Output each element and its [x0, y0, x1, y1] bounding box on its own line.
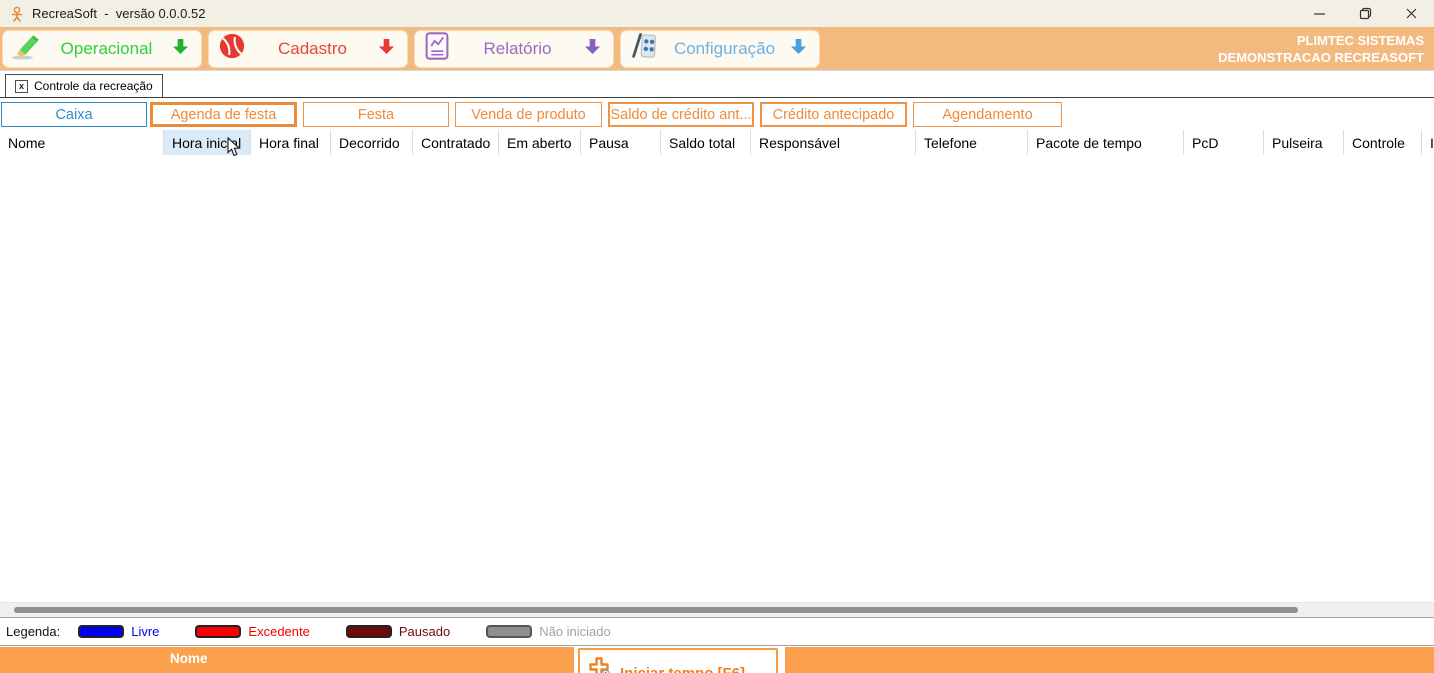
close-tab-icon[interactable]: x: [15, 80, 28, 93]
tab-credito-antecipado[interactable]: Crédito antecipado: [760, 102, 907, 127]
arrow-down-icon: [584, 37, 601, 61]
arrow-down-icon: [790, 37, 807, 61]
column-header-telefone[interactable]: Telefone: [915, 130, 1027, 155]
column-header-controle[interactable]: Controle: [1343, 130, 1421, 155]
close-button[interactable]: [1388, 0, 1434, 27]
column-header-pcd[interactable]: PcD: [1183, 130, 1263, 155]
grid-body: [0, 155, 1434, 602]
pausado-color-swatch: [346, 625, 392, 638]
ball-icon: [217, 31, 247, 66]
bottom-header-segment-left: [0, 647, 574, 673]
menu-configuracao-label: Configuração: [659, 39, 790, 59]
column-header-hora-final[interactable]: Hora final: [250, 130, 330, 155]
app-window: RecreaSoft - versão 0.0.0.52: [0, 0, 1434, 673]
column-header-decorrido[interactable]: Decorrido: [330, 130, 412, 155]
brand-block: PLIMTEC SISTEMAS DEMONSTRACAO RECREASOFT: [1218, 32, 1434, 66]
menu-relatorio[interactable]: Relatório: [414, 30, 614, 68]
column-header-pacote-de-tempo[interactable]: Pacote de tempo: [1027, 130, 1183, 155]
column-header-hora-inicial[interactable]: Hora inicial: [163, 130, 250, 155]
menu-cadastro-label: Cadastro: [247, 39, 378, 59]
highlighter-icon: [11, 31, 41, 66]
column-header-saldo-total[interactable]: Saldo total: [660, 130, 750, 155]
tab-festa[interactable]: Festa: [303, 102, 449, 127]
menu-operacional-label: Operacional: [41, 39, 172, 59]
tab-saldo-de-credito[interactable]: Saldo de crédito ant...: [608, 102, 754, 127]
bottom-column-header-nome: Nome: [170, 651, 208, 666]
bottom-header-segment-right: [785, 647, 1434, 673]
brand-line1: PLIMTEC SISTEMAS: [1218, 32, 1424, 49]
legend-bar: Legenda: Livre Excedente Pausado Não ini…: [0, 617, 1434, 646]
menu-operacional[interactable]: Operacional: [2, 30, 202, 68]
column-header-nome[interactable]: Nome: [0, 130, 163, 155]
legend-label: Livre: [131, 624, 159, 639]
main-toolbar: Operacional Cadastro: [0, 27, 1434, 71]
horizontal-scrollbar[interactable]: [0, 602, 1434, 617]
doc-tab-label: Controle da recreação: [34, 79, 153, 93]
report-chart-icon: [423, 31, 451, 66]
tab-agendamento[interactable]: Agendamento: [913, 102, 1062, 127]
titlebar: RecreaSoft - versão 0.0.0.52: [0, 0, 1434, 27]
column-header-responsavel[interactable]: Responsável: [750, 130, 915, 155]
column-header-pausa[interactable]: Pausa: [580, 130, 660, 155]
brand-line2: DEMONSTRACAO RECREASOFT: [1218, 49, 1424, 66]
scrollbar-thumb[interactable]: [14, 607, 1298, 613]
iniciar-tempo-label: Iniciar tempo [F6]: [620, 665, 745, 673]
window-title: RecreaSoft - versão 0.0.0.52: [32, 6, 205, 21]
grid-header: Nome Hora inicial Hora final Decorrido C…: [0, 130, 1434, 155]
tab-caixa[interactable]: Caixa: [1, 102, 147, 127]
window-controls: [1296, 0, 1434, 27]
restore-button[interactable]: [1342, 0, 1388, 27]
view-tab-bar: Caixa Agenda de festa Festa Venda de pro…: [0, 102, 1434, 127]
plus-clock-icon: [588, 656, 612, 673]
legend-label: Pausado: [399, 624, 450, 639]
livre-color-swatch: [78, 625, 124, 638]
menu-configuracao[interactable]: Configuração: [620, 30, 820, 68]
excedente-color-swatch: [195, 625, 241, 638]
column-header-em-aberto[interactable]: Em aberto: [498, 130, 580, 155]
document-tabstrip: x Controle da recreação: [0, 71, 1434, 98]
bottom-grid-header: Nome Iniciar tempo [F6]: [0, 646, 1434, 673]
tab-controle-da-recreacao[interactable]: x Controle da recreação: [5, 74, 163, 97]
legend-label: Não iniciado: [539, 624, 611, 639]
legend-label: Excedente: [248, 624, 309, 639]
arrow-down-icon: [172, 37, 189, 61]
legend-item-excedente: Excedente: [195, 624, 309, 639]
nao-iniciado-color-swatch: [486, 625, 532, 638]
legend-title: Legenda:: [6, 624, 60, 639]
app-logo-icon: [8, 5, 26, 23]
legend-item-pausado: Pausado: [346, 624, 450, 639]
arrow-down-icon: [378, 37, 395, 61]
legend-item-livre: Livre: [78, 624, 159, 639]
iniciar-tempo-button[interactable]: Iniciar tempo [F6]: [578, 648, 778, 673]
tab-venda-de-produto[interactable]: Venda de produto: [455, 102, 602, 127]
minimize-button[interactable]: [1296, 0, 1342, 27]
tab-agenda-de-festa[interactable]: Agenda de festa: [150, 102, 297, 127]
column-header-contratado[interactable]: Contratado: [412, 130, 498, 155]
column-header-id[interactable]: Id: [1421, 130, 1434, 155]
menu-relatorio-label: Relatório: [451, 39, 584, 59]
domino-slash-icon: [629, 31, 659, 66]
menu-cadastro[interactable]: Cadastro: [208, 30, 408, 68]
legend-item-nao-iniciado: Não iniciado: [486, 624, 611, 639]
column-header-pulseira[interactable]: Pulseira: [1263, 130, 1343, 155]
